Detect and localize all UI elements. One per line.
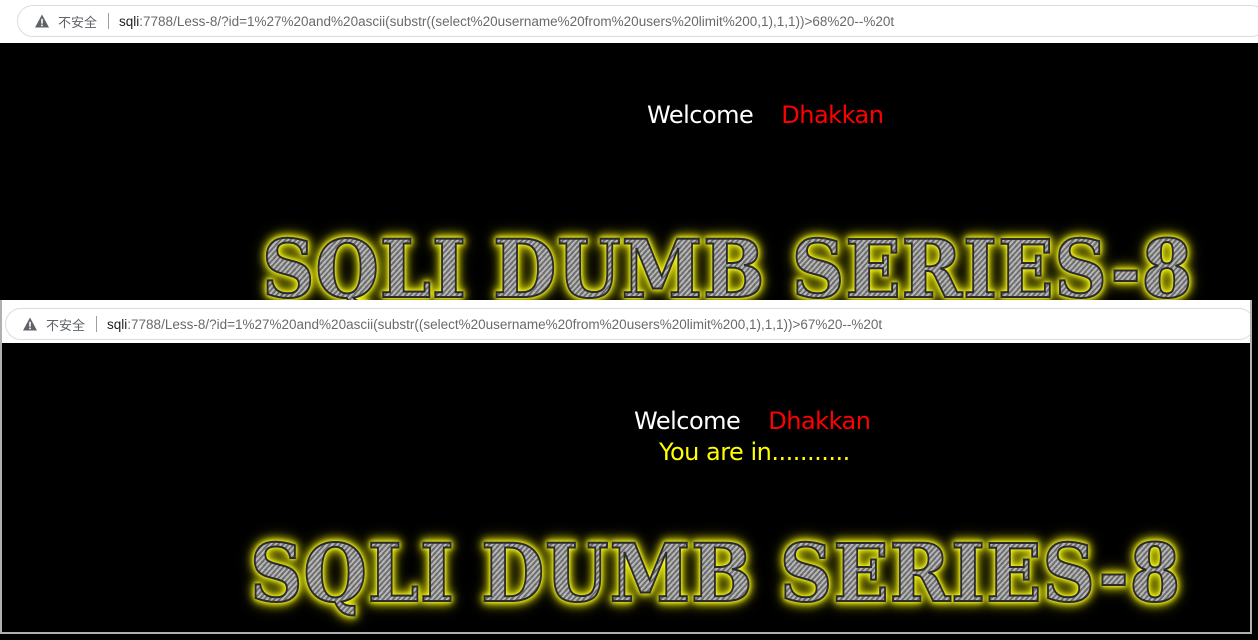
screenshot-bottom: 不安全 sqli:7788/Less-8/?id=1%27%20and%20as… <box>0 300 1252 634</box>
url-host: sqli <box>107 316 128 332</box>
welcome-line: Welcome Dhakkan <box>634 407 871 435</box>
username-text: Dhakkan <box>781 101 884 129</box>
welcome-text: Welcome <box>634 407 741 435</box>
browser-toolbar: 不安全 sqli:7788/Less-8/?id=1%27%20and%20as… <box>2 300 1250 343</box>
series-banner: SQLI DUMB SERIES-8 <box>249 525 1182 621</box>
url-host: sqli <box>119 13 140 29</box>
url-text[interactable]: sqli:7788/Less-8/?id=1%27%20and%20ascii(… <box>107 317 882 332</box>
warning-triangle-icon[interactable] <box>22 316 38 332</box>
address-bar[interactable]: 不安全 sqli:7788/Less-8/?id=1%27%20and%20as… <box>5 308 1250 340</box>
security-label[interactable]: 不安全 <box>58 12 97 31</box>
url-path: :7788/Less-8/?id=1%27%20and%20ascii(subs… <box>139 13 895 29</box>
series-banner: SQLI DUMB SERIES-8 <box>261 221 1193 300</box>
divider <box>108 13 110 29</box>
divider <box>96 316 98 332</box>
url-text[interactable]: sqli:7788/Less-8/?id=1%27%20and%20ascii(… <box>119 14 894 29</box>
browser-toolbar: 不安全 sqli:7788/Less-8/?id=1%27%20and%20as… <box>0 0 1258 43</box>
address-bar[interactable]: 不安全 sqli:7788/Less-8/?id=1%27%20and%20as… <box>17 5 1258 37</box>
security-label[interactable]: 不安全 <box>46 315 85 334</box>
username-text: Dhakkan <box>768 407 871 435</box>
welcome-text: Welcome <box>647 101 754 129</box>
status-message: You are in........... <box>659 438 850 466</box>
url-path: :7788/Less-8/?id=1%27%20and%20ascii(subs… <box>127 316 883 332</box>
welcome-line: Welcome Dhakkan <box>647 101 884 129</box>
warning-triangle-icon[interactable] <box>34 13 50 29</box>
screenshot-top: 不安全 sqli:7788/Less-8/?id=1%27%20and%20as… <box>0 0 1258 300</box>
